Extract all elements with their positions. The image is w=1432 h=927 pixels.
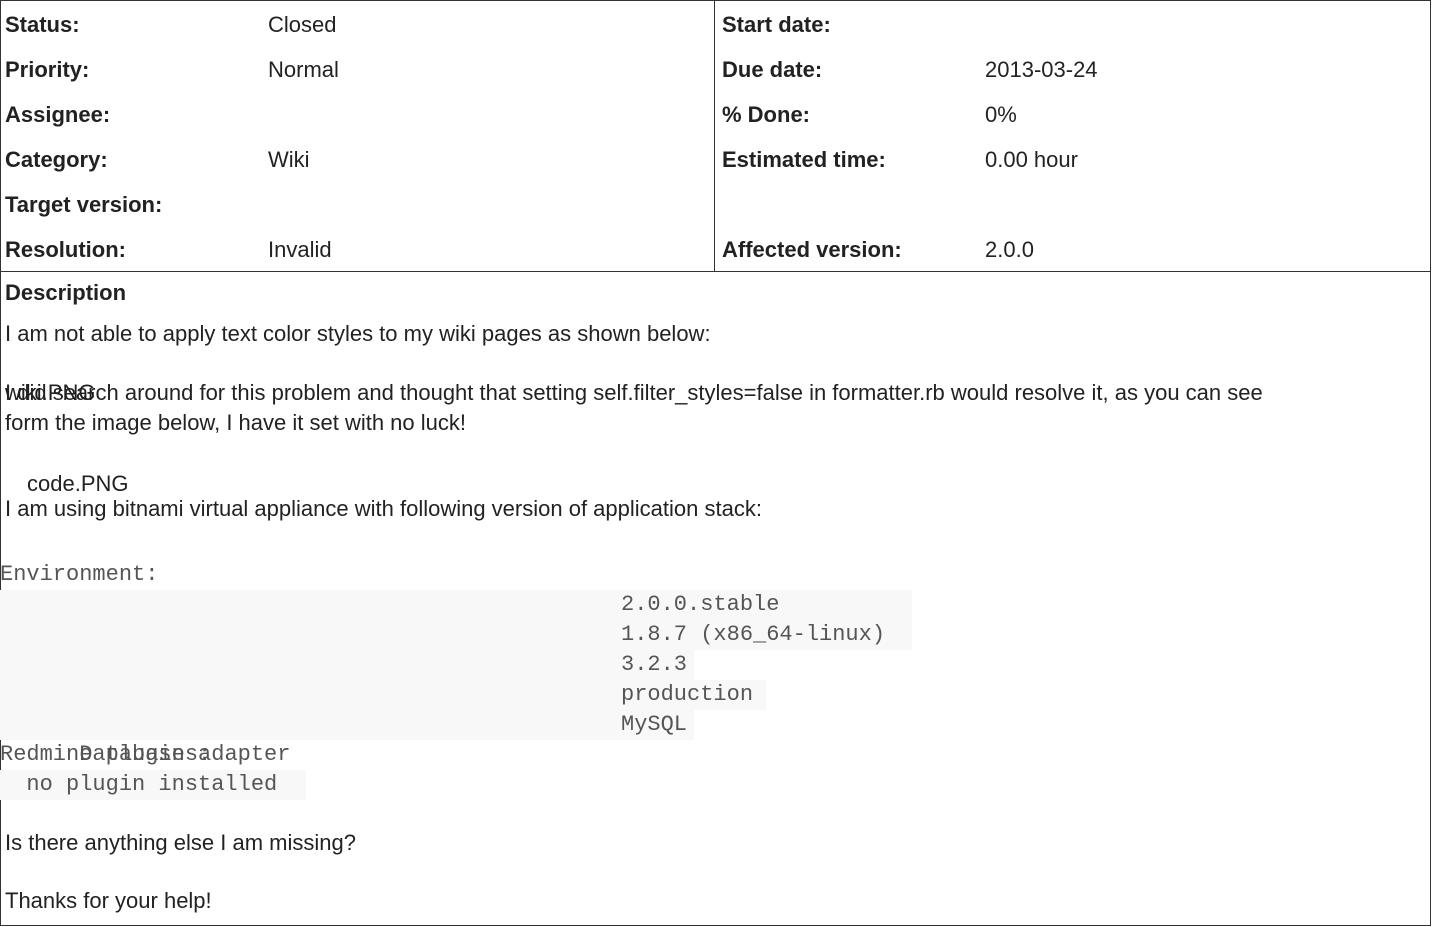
plugins-header: Redmine plugins:	[0, 742, 212, 767]
done-value: 0%	[985, 102, 1017, 127]
due-date-value: 2013-03-24	[985, 57, 1098, 82]
env-row-rails: Rails version	[0, 650, 694, 707]
estimated-time-label: Estimated time:	[722, 147, 886, 172]
description-title: Description	[5, 280, 127, 305]
description-paragraph-2-line-2: form the image below, I have it set with…	[5, 410, 467, 435]
estimated-time-value: 0.00 hour	[985, 147, 1078, 172]
description-paragraph-5: Thanks for your help!	[5, 888, 212, 913]
env-value-redmine: 2.0.0.stable	[621, 592, 780, 617]
start-date-label: Start date:	[722, 12, 831, 37]
env-value-environment: production	[621, 682, 754, 707]
env-value-database: MySQL	[621, 712, 688, 737]
status-value: Closed	[268, 12, 337, 37]
section-divider	[0, 271, 1431, 272]
description-paragraph-4: Is there anything else I am missing?	[5, 830, 356, 855]
done-label: % Done:	[722, 102, 810, 127]
env-value-ruby: 1.8.7 (x86_64-linux)	[621, 622, 886, 647]
assignee-label: Assignee:	[5, 102, 111, 127]
env-header: Environment:	[0, 562, 159, 587]
due-date-label: Due date:	[722, 57, 823, 82]
affected-version-value: 2.0.0	[985, 237, 1034, 262]
priority-value: Normal	[268, 57, 339, 82]
description-paragraph-1: I am not able to apply text color styles…	[5, 321, 711, 346]
resolution-value: Invalid	[268, 237, 332, 262]
env-row-database: Database adapter	[0, 710, 694, 767]
target-version-label: Target version:	[5, 192, 163, 217]
category-label: Category:	[5, 147, 108, 172]
affected-version-label: Affected version:	[722, 237, 902, 262]
priority-label: Priority:	[5, 57, 90, 82]
status-label: Status:	[5, 12, 80, 37]
env-value-rails: 3.2.3	[621, 652, 688, 677]
wiki-image-broken: wiki.PNG	[5, 380, 96, 405]
category-value[interactable]: Wiki	[268, 147, 310, 173]
column-divider	[714, 0, 715, 272]
plugins-value: no plugin installed	[0, 770, 306, 800]
description-paragraph-2-line-1: I did search around for this problem and…	[5, 380, 1263, 405]
description-paragraph-3: I am using bitnami virtual appliance wit…	[5, 496, 762, 521]
resolution-label: Resolution:	[5, 237, 126, 262]
